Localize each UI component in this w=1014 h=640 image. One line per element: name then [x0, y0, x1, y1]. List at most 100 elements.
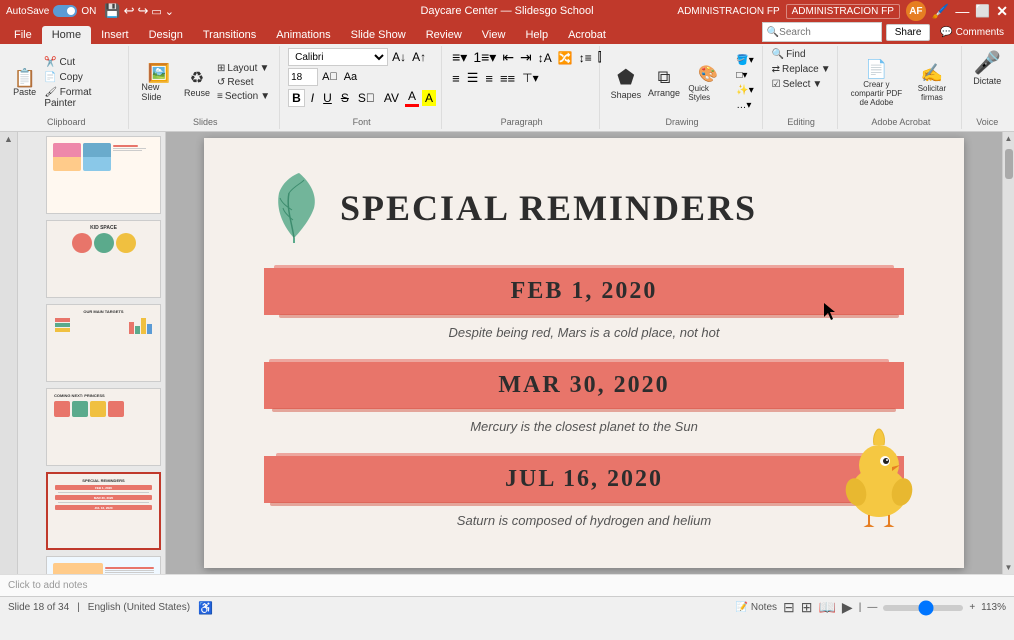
slide-sorter-button[interactable]: ⊞ — [801, 599, 813, 616]
shapes-button[interactable]: ⬟ Shapes — [608, 63, 643, 102]
notes-view-button[interactable]: 📝 Notes — [736, 602, 777, 613]
zoom-out-button[interactable]: — — [867, 602, 877, 613]
copy-button[interactable]: 📄 Copy — [41, 71, 122, 84]
zoom-slider[interactable] — [883, 605, 963, 611]
bold-button[interactable]: B — [288, 89, 305, 107]
tab-acrobat[interactable]: Acrobat — [558, 26, 616, 44]
tab-animations[interactable]: Animations — [266, 26, 340, 44]
align-left-button[interactable]: ≡ — [450, 70, 462, 87]
shape-extra-button[interactable]: …▾ — [734, 99, 755, 112]
share-button[interactable]: Share — [886, 24, 931, 41]
char-spacing-button[interactable]: AV — [381, 90, 402, 106]
shape-effects-button[interactable]: ✨▾ — [734, 84, 755, 97]
crear-pdf-button[interactable]: 📄 Crear y compartir PDF de Adobe — [846, 57, 906, 109]
format-painter-button[interactable]: 🖌 Format Painter — [41, 86, 122, 110]
strikethrough-button[interactable]: S — [338, 90, 352, 106]
slideshow-button[interactable]: ▶ — [842, 599, 853, 616]
vertical-align-button[interactable]: ⊤▾ — [520, 70, 540, 86]
italic-button[interactable]: I — [308, 90, 317, 106]
user-avatar[interactable]: AF — [906, 1, 926, 21]
solicitar-firmas-button[interactable]: ✍️ Solicitar firmas — [908, 61, 955, 104]
customize-icon[interactable]: ⌄ — [165, 5, 174, 18]
section-button[interactable]: ≡ Section ▼ — [214, 90, 273, 103]
present-icon[interactable]: ▭ — [151, 5, 161, 18]
highlight-button[interactable]: A — [422, 90, 436, 106]
number-list-button[interactable]: 1≡▾ — [471, 48, 498, 67]
slide-16-thumb[interactable]: OUR MAIN TARGETS — [46, 304, 161, 382]
shadow-button[interactable]: S⃞ — [355, 90, 378, 106]
scroll-up-arrow[interactable]: ▲ — [1003, 132, 1014, 145]
underline-button[interactable]: U — [320, 90, 335, 106]
tab-home[interactable]: Home — [42, 26, 91, 44]
font-color-button[interactable]: A — [405, 88, 419, 107]
editing-group: 🔍 Find ⇄ Replace ▼ ☑ Select ▼ Editing — [765, 46, 839, 129]
find-button[interactable]: 🔍 Find — [769, 48, 834, 61]
reset-button[interactable]: ↺ Reset — [214, 76, 273, 89]
main-slide[interactable]: SPECIAL REMINDERS FEB 1, 2020 Despite be… — [204, 138, 964, 568]
align-center-button[interactable]: ☰ — [465, 69, 481, 87]
scroll-thumb[interactable] — [1005, 149, 1013, 179]
decrease-indent-button[interactable]: ⇤ — [500, 48, 516, 67]
arrange-button[interactable]: ⧉ Arrange — [646, 65, 683, 100]
layout-button[interactable]: ⊞ Layout ▼ — [214, 62, 273, 75]
scroll-down-arrow[interactable]: ▼ — [1003, 561, 1014, 574]
quick-styles-button[interactable]: 🎨 Quick Styles — [684, 62, 732, 104]
brush-icon[interactable]: 🖌️ — [932, 3, 949, 20]
window-maximize[interactable]: ⬜ — [975, 4, 990, 18]
slide-18-thumb[interactable]: SPECIAL REMINDERS FEB 1, 2020 MAR 30, 20… — [46, 472, 161, 550]
accessibility-icon[interactable]: ♿ — [198, 601, 213, 615]
font-size-input[interactable] — [288, 68, 318, 86]
slide-15-thumb[interactable]: KID SPACE — [46, 220, 161, 298]
tab-insert[interactable]: Insert — [91, 26, 139, 44]
dictate-button[interactable]: 🎤 Dictate — [969, 48, 1005, 88]
search-input[interactable] — [779, 27, 879, 38]
reading-view-button[interactable]: 📖 — [818, 599, 835, 616]
convert-smartart-button[interactable]: 🔀 — [556, 50, 575, 66]
font-size-increase[interactable]: A↑ — [410, 50, 428, 64]
tab-slideshow[interactable]: Slide Show — [341, 26, 416, 44]
autosave-toggle[interactable] — [53, 5, 77, 17]
increase-indent-button[interactable]: ⇥ — [518, 48, 534, 67]
font-size-decrease[interactable]: A↓ — [390, 50, 408, 64]
line-spacing-button[interactable]: ↕≡ — [577, 50, 594, 66]
comments-button[interactable]: 💬 Comments — [934, 25, 1010, 40]
new-slide-button[interactable]: 🖼️ New Slide — [137, 62, 179, 104]
zoom-in-button[interactable]: + — [969, 602, 975, 613]
cut-button[interactable]: ✂️ Cut — [41, 56, 122, 69]
drawing-group: ⬟ Shapes ⧉ Arrange 🎨 Quick Styles 🪣▾ □▾ … — [602, 46, 763, 129]
select-button[interactable]: ☑ Select ▼ — [769, 78, 834, 91]
tab-transitions[interactable]: Transitions — [193, 26, 266, 44]
normal-view-button[interactable]: ⊟ — [783, 599, 795, 616]
change-case-button[interactable]: Aa — [342, 71, 359, 83]
paragraph-group-label: Paragraph — [501, 117, 543, 127]
font-name-select[interactable]: Calibri — [288, 48, 388, 66]
undo-icon[interactable]: ↩ — [124, 3, 135, 19]
window-close[interactable]: ✕ — [996, 3, 1008, 20]
tab-design[interactable]: Design — [139, 26, 193, 44]
slide-14-thumb[interactable] — [46, 136, 161, 214]
notes-bar[interactable]: Click to add notes — [0, 574, 1014, 596]
redo-icon[interactable]: ↪ — [137, 3, 148, 19]
tab-file[interactable]: File — [4, 26, 42, 44]
align-right-button[interactable]: ≡ — [483, 70, 495, 87]
shape-fill-button[interactable]: 🪣▾ — [734, 54, 755, 67]
right-scrollbar[interactable]: ▲ ▼ — [1002, 132, 1014, 574]
shape-outline-button[interactable]: □▾ — [734, 69, 755, 82]
save-icon[interactable]: 💾 — [104, 3, 120, 19]
replace-button[interactable]: ⇄ Replace ▼ — [769, 63, 834, 76]
slide-17-thumb[interactable]: COMING NEXT: PRINCESS — [46, 388, 161, 466]
text-direction-button[interactable]: ↕A — [536, 50, 554, 66]
new-slide-icon: 🖼️ — [147, 64, 169, 82]
search-box[interactable]: 🔍 — [762, 22, 882, 42]
reuse-button[interactable]: ♻ Reuse — [182, 66, 212, 100]
paste-button[interactable]: 📋 Paste — [10, 67, 39, 99]
panel-scroll-up[interactable]: ▲ — [4, 134, 13, 144]
window-minimize[interactable]: — — [955, 3, 969, 19]
slide-19-thumb[interactable] — [46, 556, 161, 574]
tab-review[interactable]: Review — [416, 26, 472, 44]
tab-view[interactable]: View — [472, 26, 516, 44]
bullet-list-button[interactable]: ≡▾ — [450, 48, 469, 67]
justify-button[interactable]: ≡≡ — [498, 70, 517, 87]
clear-format-button[interactable]: A⃥ — [320, 71, 340, 83]
tab-help[interactable]: Help — [515, 26, 558, 44]
